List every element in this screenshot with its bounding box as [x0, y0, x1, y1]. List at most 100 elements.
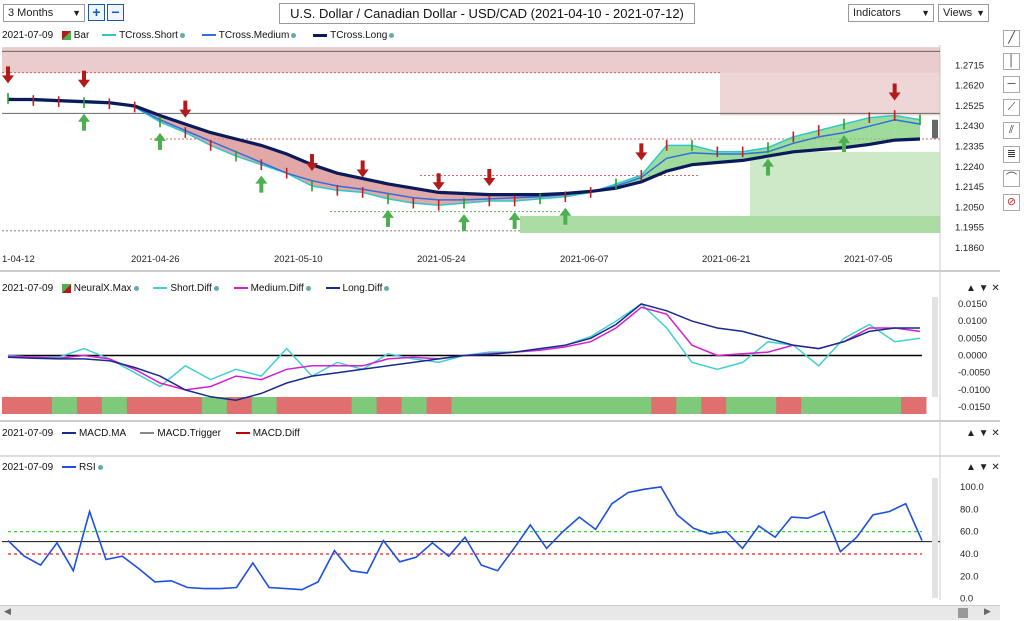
bear-signal-arrow-head	[78, 79, 90, 88]
price-tick-label: 1.1860	[955, 243, 984, 254]
bear-signal-arrow-stem	[360, 160, 365, 171]
neuralx-band	[401, 397, 428, 414]
neuralx-band	[601, 397, 627, 414]
horizontal-scrollbar[interactable]: ◀ ▶	[0, 605, 1000, 620]
neuralx-band	[826, 397, 852, 414]
neuralx-band	[126, 397, 153, 414]
price-tick-label: 1.2335	[955, 142, 984, 153]
bull-signal-arrow-head	[559, 207, 572, 216]
scroll-left-icon[interactable]: ◀	[4, 606, 11, 617]
neuralx-band	[526, 397, 552, 414]
price-tick-label: 1.2050	[955, 202, 984, 213]
bull-signal-arrow-stem	[259, 182, 264, 193]
bull-signal-arrow-head	[508, 211, 521, 220]
neuralx-band	[176, 397, 203, 414]
bear-signal-arrow-stem	[82, 70, 86, 81]
rsi-tick-label: 40.0	[960, 549, 979, 560]
neuralx-band	[726, 397, 752, 414]
bull-signal-arrow-stem	[512, 218, 517, 229]
neuralx-band	[51, 397, 78, 414]
neuralx-band	[801, 397, 827, 414]
bear-signal-arrow	[179, 100, 192, 118]
price-tick-label: 1.1955	[955, 223, 984, 234]
bear-signal-arrow-stem	[639, 143, 644, 154]
neuralx-band	[276, 397, 303, 414]
price-tick-label: 1.2620	[955, 81, 984, 92]
neuralx-band	[551, 397, 577, 414]
bull-signal-arrow-stem	[563, 214, 568, 225]
date-tick-label: 2021-05-10	[274, 254, 323, 265]
bull-signal-arrow-stem	[766, 165, 770, 176]
bear-signal-arrow-head	[483, 177, 496, 186]
bear-signal-arrow-stem	[892, 83, 897, 94]
neuralx-band	[101, 397, 128, 414]
neuralx-band	[651, 397, 677, 414]
bear-signal-arrow-stem	[6, 66, 10, 77]
bull-signal-arrow-head	[255, 175, 268, 184]
chart-canvas[interactable]: 1.2715 1.2620 1.2525 1.2430 1.2335 1.2240 1.21…	[0, 0, 1024, 621]
diff-tick-label: 0.0100	[958, 316, 987, 327]
bull-signal-arrow-head	[154, 132, 166, 141]
date-tick-label: 2021-06-21	[702, 254, 751, 265]
bear-signal-arrow-stem	[310, 154, 314, 165]
bear-signal-arrow	[635, 143, 648, 161]
rsi-tick-label: 0.0	[960, 594, 973, 605]
date-tick-label: 2021-04-26	[131, 254, 180, 265]
support-zone	[520, 215, 940, 234]
bull-signal-arrow	[154, 132, 166, 150]
neuralx-band	[701, 397, 727, 414]
neuralx-band	[201, 397, 228, 414]
price-tick-label: 1.2430	[955, 121, 984, 132]
bull-signal-arrow	[255, 175, 268, 193]
neuralx-band	[351, 397, 378, 414]
bear-signal-arrow-stem	[487, 168, 492, 179]
tcross-fill-segment	[844, 117, 870, 148]
diff-tick-label: -0.0100	[958, 385, 990, 396]
neuralx-band	[476, 397, 502, 414]
neuralx-band	[851, 397, 877, 414]
diff-tick-label: 0.0050	[958, 333, 987, 344]
neuralx-band	[501, 397, 527, 414]
neuralx-band	[751, 397, 777, 414]
neuralx-band	[76, 397, 103, 414]
neuralx-band	[376, 397, 403, 414]
bull-signal-arrow-head	[382, 209, 394, 218]
bull-signal-arrow-stem	[82, 120, 86, 131]
bear-signal-arrow-head	[2, 75, 14, 84]
price-tick-label: 1.2525	[955, 101, 984, 112]
date-tick-label: 1-04-12	[2, 254, 35, 265]
bear-signal-arrow-stem	[183, 100, 188, 111]
neuralx-band	[151, 397, 178, 414]
panel-scroll-rail	[932, 478, 938, 598]
bull-signal-arrow-stem	[158, 139, 162, 150]
diff-tick-label: 0.0150	[958, 299, 987, 310]
bull-signal-arrow-head	[78, 113, 90, 122]
resistance-zone	[720, 72, 940, 116]
support-zone	[750, 151, 940, 216]
neuralx-band	[626, 397, 652, 414]
bull-signal-arrow-head	[458, 214, 470, 223]
rsi-tick-label: 20.0	[960, 571, 979, 582]
neuralx-band	[451, 397, 477, 414]
series-line-long-diff	[7, 303, 920, 401]
neuralx-band	[776, 397, 802, 414]
date-tick-label: 2021-07-05	[844, 254, 893, 265]
bear-signal-arrow	[78, 70, 90, 88]
bear-signal-arrow	[432, 173, 445, 191]
neuralx-band	[576, 397, 602, 414]
bear-signal-arrow-head	[432, 182, 445, 191]
bull-signal-arrow	[78, 113, 90, 131]
neuralx-band	[251, 397, 278, 414]
scroll-right-icon[interactable]: ▶	[984, 606, 991, 617]
bull-signal-arrow-stem	[842, 142, 846, 153]
rsi-tick-label: 100.0	[960, 482, 984, 493]
diff-tick-label: 0.0000	[958, 351, 987, 362]
bull-signal-arrow	[382, 209, 394, 227]
scrollbar-thumb[interactable]	[958, 608, 968, 618]
rsi-tick-label: 60.0	[960, 527, 979, 538]
neuralx-band	[301, 397, 328, 414]
bull-signal-arrow	[508, 211, 521, 229]
rsi-tick-label: 80.0	[960, 504, 979, 515]
bull-signal-arrow-stem	[462, 221, 466, 232]
bear-signal-arrow-stem	[436, 173, 441, 184]
